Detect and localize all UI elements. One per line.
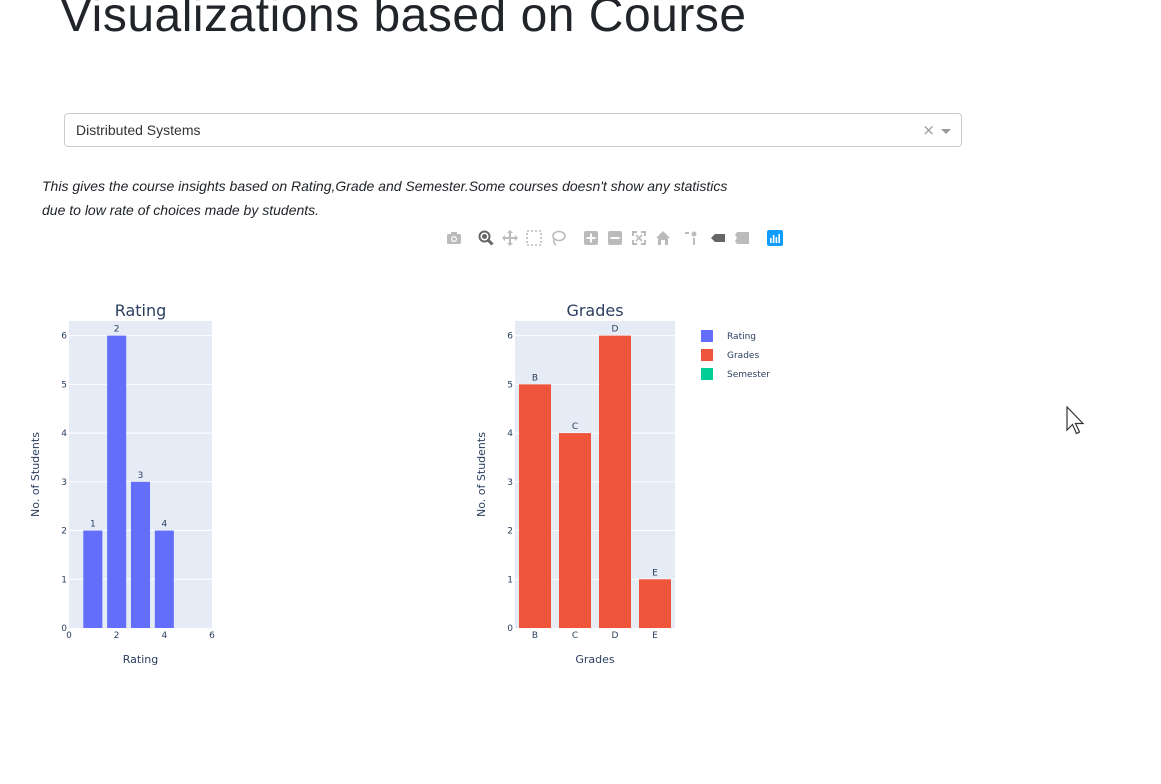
chart-title: Grades bbox=[566, 301, 623, 320]
legend-swatch bbox=[701, 330, 713, 342]
y-tick-label: 6 bbox=[61, 332, 67, 342]
rating-chart: 01234560 2 4 61234RatingRatingNo. of Studen… bbox=[29, 301, 215, 666]
bar bbox=[599, 335, 631, 628]
y-tick-label: 5 bbox=[61, 380, 67, 390]
y-tick-label: 6 bbox=[507, 332, 513, 342]
x-tick-label: D bbox=[612, 631, 619, 641]
x-tick-label: E bbox=[652, 631, 658, 641]
y-tick-label: 5 bbox=[507, 380, 513, 390]
chart-title: Rating bbox=[115, 301, 167, 320]
bar-label: D bbox=[612, 325, 619, 335]
bar-label: C bbox=[572, 422, 578, 432]
x-axis-label: Grades bbox=[575, 653, 615, 666]
mouse-cursor-icon bbox=[1066, 406, 1085, 435]
bar-label: 3 bbox=[138, 471, 144, 481]
chart-legend: Rating Grades Semester bbox=[701, 330, 770, 380]
y-tick-label: 3 bbox=[61, 478, 67, 488]
legend-label: Rating bbox=[727, 332, 756, 342]
bar bbox=[519, 384, 551, 628]
y-tick-label: 2 bbox=[507, 527, 513, 537]
x-tick-label: B bbox=[532, 631, 538, 641]
charts-figure: 0 1 2 3 4 5 6 0 2 4 6 1 2 3 4 Rating Rating No. of Studen… bbox=[29, 301, 770, 666]
y-tick-label: 2 bbox=[61, 527, 67, 537]
bar bbox=[154, 530, 174, 628]
x-tick-label: 6 bbox=[209, 631, 215, 641]
y-tick-label: 0 bbox=[507, 624, 513, 634]
x-tick-label: 4 bbox=[161, 631, 167, 641]
bar-label: 2 bbox=[114, 325, 120, 335]
y-tick-label: 1 bbox=[61, 575, 67, 585]
grades-chart: 0 1 2 3 4 5 6 B C D E B C D E Grades Grades No. of Studen… bbox=[475, 301, 675, 666]
legend-swatch bbox=[701, 349, 713, 361]
y-tick-label: 4 bbox=[507, 429, 513, 439]
bar bbox=[130, 481, 151, 628]
bar bbox=[107, 335, 127, 628]
bar bbox=[639, 579, 671, 628]
bar bbox=[83, 530, 103, 628]
y-tick-label: 4 bbox=[61, 429, 67, 439]
y-tick-label: 1 bbox=[507, 575, 513, 585]
y-tick-label: 3 bbox=[507, 478, 513, 488]
x-tick-label: 0 bbox=[66, 631, 72, 641]
bar-label: B bbox=[532, 373, 538, 383]
bar bbox=[559, 433, 591, 628]
x-axis-label: Rating bbox=[123, 653, 158, 666]
x-tick-label: 2 bbox=[114, 631, 120, 641]
y-axis-label: No. of Students bbox=[29, 432, 42, 517]
bar-label: E bbox=[652, 568, 658, 578]
legend-swatch bbox=[701, 368, 713, 380]
legend-label: Semester bbox=[727, 370, 770, 380]
bar-label: 4 bbox=[161, 520, 167, 530]
bar-label: 1 bbox=[90, 520, 96, 530]
legend-label: Grades bbox=[727, 351, 759, 361]
x-tick-label: C bbox=[572, 631, 578, 641]
y-axis-label: No. of Students bbox=[475, 432, 488, 517]
